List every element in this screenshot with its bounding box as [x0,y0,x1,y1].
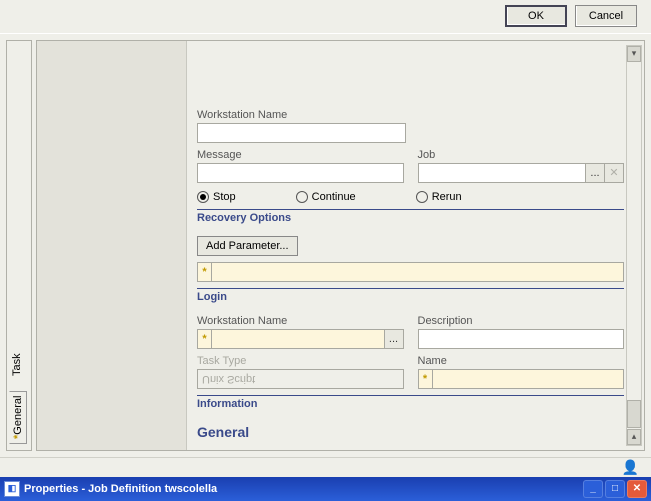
close-button[interactable]: ✕ [627,480,647,498]
scroll-down-button[interactable]: ▾ [627,46,641,62]
task-type-label: Task Type [197,355,404,367]
required-marker-icon: * [197,262,211,282]
scroll-up-button[interactable]: ▴ [627,429,641,445]
radio-icon [197,191,209,203]
cancel-button[interactable]: Cancel [575,6,637,28]
section-login-header: Login [197,288,624,303]
window-title: Properties - Job Definition twscolella [24,483,217,495]
content-area: General Information Task Type * Name [187,41,644,450]
tab-page: General Information Task Type * Name [36,40,645,451]
name-field[interactable] [432,369,625,389]
left-sidebar [37,41,187,450]
recovery-workstation-label: Workstation Name [197,109,406,121]
vertical-scrollbar[interactable]: ▴ ▾ [626,45,642,446]
recovery-workstation-field[interactable] [197,123,406,143]
tab-general[interactable]: *General [9,391,27,444]
maximize-button[interactable]: □ [605,480,625,498]
recovery-job-field[interactable] [418,163,587,183]
section-information-header: Information [197,395,624,410]
browse-workstation-button[interactable]: ... [384,329,404,349]
description-label: Description [418,315,625,327]
recovery-continue-radio[interactable]: Continue [296,191,356,203]
login-field[interactable] [211,262,624,282]
minimize-button[interactable]: _ [583,480,603,498]
required-marker-icon: * [418,369,432,389]
tab-task[interactable]: Task [9,349,25,380]
radio-icon [416,191,428,203]
app-icon: ◧ [4,481,20,497]
titlebar: ◧ Properties - Job Definition twscolella… [0,477,651,501]
add-parameter-button[interactable]: Add Parameter... [197,236,298,256]
side-tabstrip: *General Task [6,40,32,451]
description-field[interactable] [418,329,625,349]
workstation-name-field[interactable] [211,329,385,349]
name-label: Name [418,355,625,367]
task-type-field [197,369,404,389]
section-recovery-header: Recovery Options [197,209,624,224]
ok-button[interactable]: OK [505,6,567,28]
workstation-name-label: Workstation Name [197,315,404,327]
recovery-rerun-radio[interactable]: Rerun [416,191,462,203]
browse-job-button[interactable]: ... [585,163,605,183]
scroll-thumb[interactable] [627,400,641,428]
recovery-message-label: Message [197,149,404,161]
recovery-stop-radio[interactable]: Stop [197,191,236,203]
dialog-button-bar: OK Cancel [0,0,651,34]
recovery-message-field[interactable] [197,163,404,183]
radio-icon [296,191,308,203]
clear-job-button[interactable]: ✕ [604,163,624,183]
toolbar-row: 👤 [0,457,651,477]
user-icon: 👤 [622,459,639,476]
recovery-job-label: Job [418,149,625,161]
page-heading: General [197,422,624,440]
required-marker-icon: * [197,329,211,349]
